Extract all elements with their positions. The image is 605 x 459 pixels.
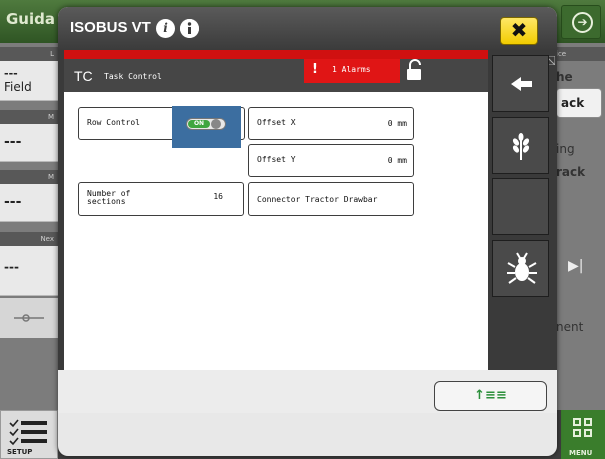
- right-panel-text: nent: [556, 320, 584, 334]
- left-panel-cell[interactable]: ---: [0, 246, 58, 296]
- padlock-open-icon: [407, 59, 421, 80]
- checklist-icon: [9, 419, 47, 446]
- tc-title: Task Control: [104, 72, 162, 81]
- isobus-vt-dialog: ISOBUS VT i ✖ TC Task Control ! 1 Alarms: [58, 7, 557, 456]
- tc-code: TC: [74, 68, 93, 84]
- left-panel-cell[interactable]: ---: [0, 124, 58, 162]
- dialog-title-bar: ISOBUS VT i ✖: [58, 7, 557, 50]
- unlock-icon[interactable]: [402, 59, 428, 83]
- app-title: Guida: [6, 10, 55, 28]
- softkey-empty[interactable]: [492, 178, 549, 235]
- softkey-back[interactable]: [492, 55, 549, 112]
- menu-label: MENU: [569, 449, 593, 457]
- info-inverted-icon: [180, 19, 199, 38]
- right-panel-text: he: [556, 70, 573, 84]
- help-icon[interactable]: [180, 19, 199, 38]
- forward-arrow-icon: ➔: [572, 12, 593, 33]
- left-panel-section: M ---: [0, 110, 58, 162]
- task-control-header: TC Task Control ! 1 Alarms: [64, 59, 488, 92]
- connector-field[interactable]: Connector Tractor Drawbar: [248, 182, 414, 216]
- right-panel-header: ice: [556, 47, 605, 61]
- right-panel-text: ing: [556, 142, 575, 156]
- close-button[interactable]: ✖: [500, 17, 538, 45]
- row-control-toggle[interactable]: ON: [186, 118, 226, 130]
- softkey-diagnostics[interactable]: [492, 240, 549, 297]
- sections-label-line2: sections: [87, 197, 126, 206]
- implement-icon: [14, 314, 44, 322]
- softkey-crop[interactable]: [492, 117, 549, 174]
- menu-button[interactable]: MENU: [561, 410, 605, 459]
- menu-grid-icon: [573, 418, 593, 438]
- offset-x-label: Offset X: [257, 118, 296, 127]
- offset-x-value: 0 mm: [387, 119, 407, 128]
- vt-display-area: TC Task Control ! 1 Alarms Row Control O…: [58, 50, 557, 413]
- right-panel-text: rack: [556, 165, 586, 179]
- forward-button[interactable]: ➔: [561, 5, 601, 39]
- track-button[interactable]: ack: [556, 88, 602, 118]
- skip-next-icon[interactable]: ▶|: [556, 248, 605, 288]
- alarm-icon: !: [312, 62, 318, 77]
- setup-button[interactable]: SETUP: [0, 410, 58, 459]
- connector-label: Connector Tractor Drawbar: [257, 195, 378, 204]
- offset-y-field[interactable]: Offset Y 0 mm: [248, 144, 414, 177]
- sections-value: 16: [213, 192, 223, 201]
- offset-y-value: 0 mm: [387, 156, 407, 165]
- alarm-count: 1 Alarms: [332, 65, 371, 74]
- left-panel-header: L: [0, 47, 58, 61]
- left-panel-section: M ---: [0, 170, 58, 222]
- setup-label: SETUP: [7, 448, 33, 456]
- alarm-indicator[interactable]: ! 1 Alarms: [304, 59, 400, 83]
- toggle-knob: [211, 119, 221, 129]
- grain-icon: [512, 133, 530, 160]
- toggle-on-label: ON: [188, 120, 210, 128]
- left-panel-cell[interactable]: ---: [0, 184, 58, 222]
- bug-icon: [507, 252, 537, 284]
- left-panel-section: Nex ---: [0, 232, 58, 296]
- offset-x-field[interactable]: Offset X 0 mm: [248, 107, 414, 140]
- left-panel-section: L --- Field: [0, 47, 58, 101]
- dialog-title: ISOBUS VT: [70, 19, 151, 36]
- dialog-bottom-bar: ↑≡≡: [58, 370, 557, 413]
- row-control-label: Row Control: [87, 118, 140, 127]
- left-panel-cell[interactable]: --- Field: [0, 61, 58, 101]
- arrow-left-icon: [511, 77, 532, 91]
- implement-indicator[interactable]: [0, 298, 58, 338]
- number-of-sections-field[interactable]: Number of sections 16: [78, 182, 244, 216]
- confirm-button[interactable]: ↑≡≡: [434, 381, 547, 411]
- info-icon[interactable]: i: [156, 19, 175, 38]
- offset-y-label: Offset Y: [257, 155, 296, 164]
- row-control-toggle-area[interactable]: ON: [172, 106, 241, 148]
- field-label: Field: [4, 80, 32, 94]
- alarm-strip: [64, 50, 488, 59]
- task-control-mask: TC Task Control ! 1 Alarms Row Control O…: [64, 50, 488, 413]
